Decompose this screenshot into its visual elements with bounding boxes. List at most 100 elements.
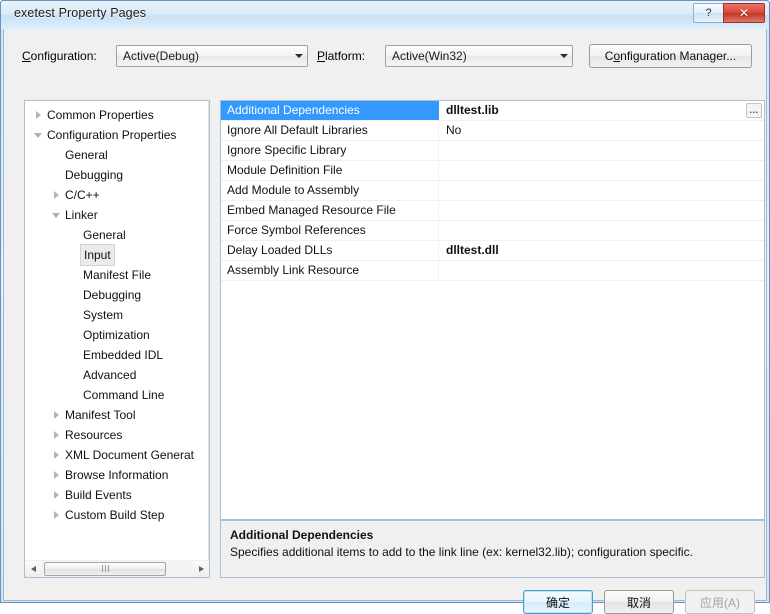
window-frame: exetest Property Pages ? ✕ Configuration…	[0, 0, 770, 614]
tree-node-label: C/C++	[65, 188, 100, 202]
chevron-right-icon[interactable]	[49, 411, 63, 419]
browse-ellipsis-button[interactable]: ...	[746, 103, 762, 118]
tree-node-label: Custom Build Step	[65, 508, 165, 522]
platform-label: Platform:	[317, 49, 365, 63]
ok-button[interactable]: 确定	[523, 590, 593, 614]
property-row[interactable]: Add Module to Assembly	[221, 181, 764, 201]
tree-node[interactable]: C/C++	[25, 185, 193, 205]
platform-select[interactable]: Active(Win32)	[385, 45, 573, 67]
chevron-right-icon[interactable]	[49, 451, 63, 459]
description-text: Specifies additional items to add to the…	[230, 545, 693, 559]
property-name: Force Symbol References	[221, 221, 439, 240]
chevron-down-icon[interactable]	[49, 212, 63, 218]
property-value[interactable]	[439, 221, 764, 240]
tree-node-label: Resources	[65, 428, 123, 442]
property-row[interactable]: Delay Loaded DLLs dlltest.dll	[221, 241, 764, 261]
properties-tree[interactable]: Common Properties Configuration Propertie…	[24, 100, 210, 578]
scroll-right-icon[interactable]	[193, 560, 209, 577]
chevron-right-icon[interactable]	[49, 191, 63, 199]
property-value[interactable]: dlltest.lib...	[439, 101, 764, 120]
scroll-track[interactable]	[41, 560, 193, 577]
help-icon[interactable]: ?	[693, 3, 723, 23]
configuration-value: Active(Debug)	[123, 49, 200, 63]
tree-node[interactable]: General	[25, 225, 193, 245]
property-grid-rows: Additional Dependencies dlltest.lib... Ign…	[221, 101, 764, 281]
tree-node[interactable]: Debugging	[25, 285, 193, 305]
tree-node[interactable]: Linker	[25, 205, 193, 225]
platform-label-text: latform:	[325, 49, 366, 63]
configuration-label: Configuration:	[22, 49, 97, 63]
tree-node[interactable]: XML Document Generat	[25, 445, 194, 465]
tree-node-label: System	[83, 308, 124, 322]
tree-node[interactable]: Advanced	[25, 365, 193, 385]
tree-node-label: Input	[80, 244, 115, 266]
close-glyph: ✕	[738, 6, 750, 20]
tree-node-label: Debugging	[83, 288, 142, 302]
tree-node[interactable]: System	[25, 305, 193, 325]
help-glyph: ?	[705, 7, 712, 19]
chevron-right-icon[interactable]	[49, 511, 63, 519]
property-value[interactable]	[439, 141, 764, 160]
chevron-right-icon[interactable]	[49, 491, 63, 499]
property-row[interactable]: Ignore Specific Library	[221, 141, 764, 161]
window-title: exetest Property Pages	[14, 6, 147, 20]
tree-node[interactable]: Debugging	[25, 165, 193, 185]
tree-horizontal-scrollbar[interactable]	[24, 560, 210, 578]
property-value[interactable]	[439, 161, 764, 180]
tree-node[interactable]: Browse Information	[25, 465, 193, 485]
tree-node-label: Browse Information	[65, 468, 169, 482]
cancel-button[interactable]: 取消	[604, 590, 674, 614]
tree-node[interactable]: Embedded IDL	[25, 345, 193, 365]
tree-node-label: Embedded IDL	[83, 348, 164, 362]
tree-node-label: General	[65, 148, 108, 162]
tree-divider	[208, 101, 209, 577]
tree-node-label: Common Properties	[47, 108, 154, 122]
property-row[interactable]: Additional Dependencies dlltest.lib...	[221, 101, 764, 121]
tree-node-label: Manifest File	[83, 268, 152, 282]
tree-node-label: Linker	[65, 208, 98, 222]
property-value[interactable]	[439, 201, 764, 220]
chevron-right-icon[interactable]	[49, 431, 63, 439]
ok-label: 确定	[545, 595, 570, 610]
tree-node[interactable]: General	[25, 145, 193, 165]
tree-node-label: Optimization	[83, 328, 150, 342]
chevron-down-icon[interactable]	[290, 46, 307, 66]
cancel-label: 取消	[626, 595, 651, 610]
tree-node[interactable]: Command Line	[25, 385, 193, 405]
property-value[interactable]: No	[439, 121, 764, 140]
chevron-down-icon[interactable]	[555, 46, 572, 66]
dialog-client-area: Configuration: Active(Debug) Platform: A…	[3, 29, 767, 614]
chevron-right-icon[interactable]	[49, 471, 63, 479]
scroll-thumb[interactable]	[44, 561, 166, 576]
tree-node[interactable]: Configuration Properties	[25, 125, 193, 145]
property-row[interactable]: Force Symbol References	[221, 221, 764, 241]
tree-node-label: Configuration Properties	[47, 128, 177, 142]
tree-node[interactable]: Custom Build Step	[25, 505, 193, 525]
property-row[interactable]: Module Definition File	[221, 161, 764, 181]
property-row[interactable]: Assembly Link Resource	[221, 261, 764, 281]
tree-node[interactable]: Manifest Tool	[25, 405, 193, 425]
tree-node-label: XML Document Generat	[65, 448, 194, 462]
property-row[interactable]: Ignore All Default Libraries No	[221, 121, 764, 141]
tree-node[interactable]: Resources	[25, 425, 193, 445]
configuration-select[interactable]: Active(Debug)	[116, 45, 308, 67]
tree-node[interactable]: Input	[25, 244, 193, 266]
close-icon[interactable]: ✕	[723, 3, 765, 23]
chevron-right-icon[interactable]	[31, 111, 45, 119]
tree-node-list: Common Properties Configuration Propertie…	[25, 105, 194, 525]
tree-node[interactable]: Manifest File	[25, 265, 193, 285]
property-value[interactable]	[439, 181, 764, 200]
property-value[interactable]: dlltest.dll	[439, 241, 764, 260]
property-row[interactable]: Embed Managed Resource File	[221, 201, 764, 221]
chevron-down-icon[interactable]	[31, 132, 45, 138]
tree-node[interactable]: Common Properties	[25, 105, 193, 125]
tree-node[interactable]: Build Events	[25, 485, 193, 505]
configuration-manager-button[interactable]: Configuration Manager...	[589, 44, 752, 68]
scroll-left-icon[interactable]	[25, 560, 41, 577]
apply-label: 应用(A)	[700, 595, 740, 610]
property-value-text: dlltest.lib	[446, 103, 499, 117]
tree-node[interactable]: Optimization	[25, 325, 193, 345]
property-grid[interactable]: Additional Dependencies dlltest.lib... Ign…	[220, 100, 765, 520]
title-bar[interactable]: exetest Property Pages ? ✕	[1, 1, 769, 29]
property-value[interactable]	[439, 261, 764, 280]
